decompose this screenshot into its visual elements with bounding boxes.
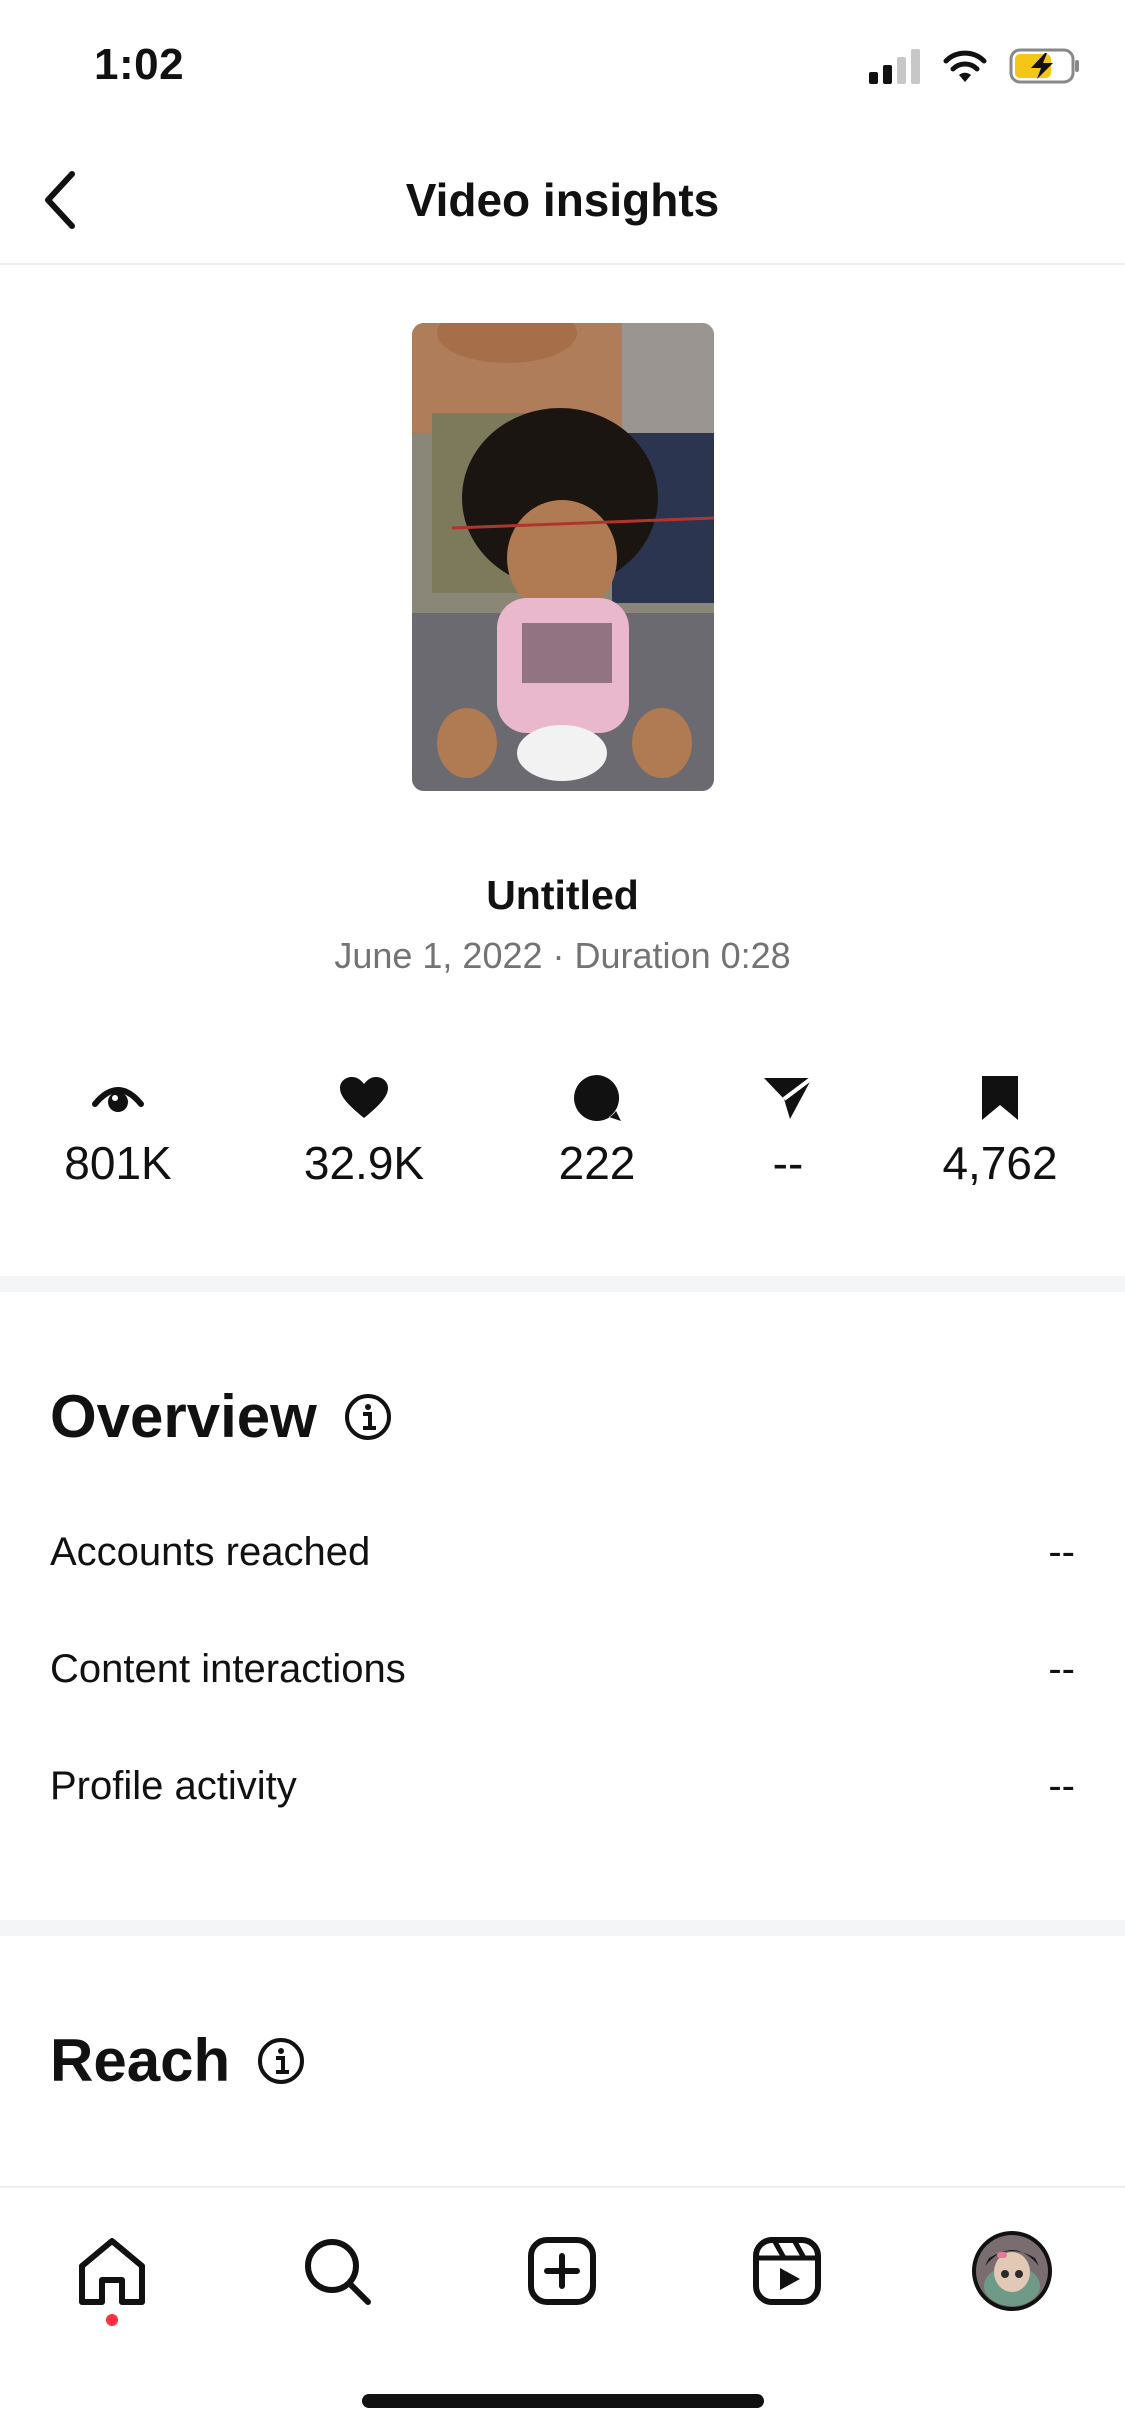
eye-icon	[92, 1087, 144, 1112]
metric-saves-value: 4,762	[942, 1137, 1058, 1189]
overview-row-label: Profile activity	[50, 1764, 297, 1808]
post-meta: June 1, 2022 · Duration 0:28	[334, 935, 791, 976]
overview-row-value: --	[1048, 1530, 1075, 1574]
reach-header: Reach	[50, 2026, 306, 2095]
overview-row-value: --	[1048, 1647, 1075, 1691]
nav-search[interactable]	[292, 2226, 382, 2316]
overview-row-label: Content interactions	[50, 1647, 406, 1691]
overview-row-content-interactions[interactable]: Content interactions --	[50, 1647, 1075, 1692]
section-divider	[0, 1920, 1125, 1936]
overview-header: Overview	[50, 1382, 393, 1451]
overview-row-value: --	[1048, 1764, 1075, 1808]
nav-home[interactable]	[67, 2226, 157, 2316]
comment-icon	[574, 1075, 621, 1121]
overview-title: Overview	[50, 1383, 317, 1450]
info-icon[interactable]	[256, 2036, 306, 2086]
page-title: Video insights	[405, 174, 720, 226]
metrics-row: 801K 32.9K 222 -- 4,762	[0, 1070, 1125, 1200]
battery-charging-icon	[1009, 48, 1079, 84]
create-icon	[528, 2237, 596, 2305]
section-divider	[0, 1276, 1125, 1292]
metric-shares: --	[678, 1070, 898, 1190]
reach-title: Reach	[50, 2027, 231, 2094]
signal-icon	[869, 49, 920, 84]
metric-plays: 801K	[8, 1070, 228, 1190]
status-time: 1:02	[94, 40, 185, 89]
metric-comments-value: 222	[558, 1137, 636, 1189]
share-icon	[764, 1076, 814, 1119]
metric-shares-value: --	[772, 1137, 804, 1189]
metric-likes: 32.9K	[254, 1070, 474, 1190]
heart-icon	[340, 1077, 388, 1118]
nav-create[interactable]	[517, 2226, 607, 2316]
metric-saves: 4,762	[890, 1070, 1110, 1190]
video-thumbnail[interactable]	[412, 323, 714, 791]
reels-icon	[753, 2237, 821, 2305]
bookmark-icon	[982, 1076, 1018, 1120]
metric-plays-value: 801K	[64, 1137, 172, 1189]
profile-avatar	[972, 2231, 1052, 2311]
header: Video insights	[0, 135, 1125, 265]
status-icons	[867, 48, 1081, 84]
metric-likes-value: 32.9K	[303, 1137, 425, 1189]
overview-row-accounts-reached[interactable]: Accounts reached --	[50, 1530, 1075, 1575]
active-indicator-dot	[106, 2314, 118, 2326]
nav-profile[interactable]	[967, 2226, 1057, 2316]
nav-reels[interactable]	[742, 2226, 832, 2316]
status-bar: 1:02	[0, 0, 1125, 135]
info-icon[interactable]	[343, 1392, 393, 1442]
metric-comments: 222	[487, 1070, 707, 1190]
home-indicator	[362, 2394, 764, 2408]
home-icon	[79, 2238, 145, 2305]
post-title: Untitled	[486, 872, 639, 918]
wifi-icon	[943, 50, 987, 82]
overview-row-label: Accounts reached	[50, 1530, 371, 1574]
search-icon	[305, 2239, 371, 2305]
overview-row-profile-activity[interactable]: Profile activity --	[50, 1764, 1075, 1809]
thumbnail-image	[412, 323, 714, 791]
